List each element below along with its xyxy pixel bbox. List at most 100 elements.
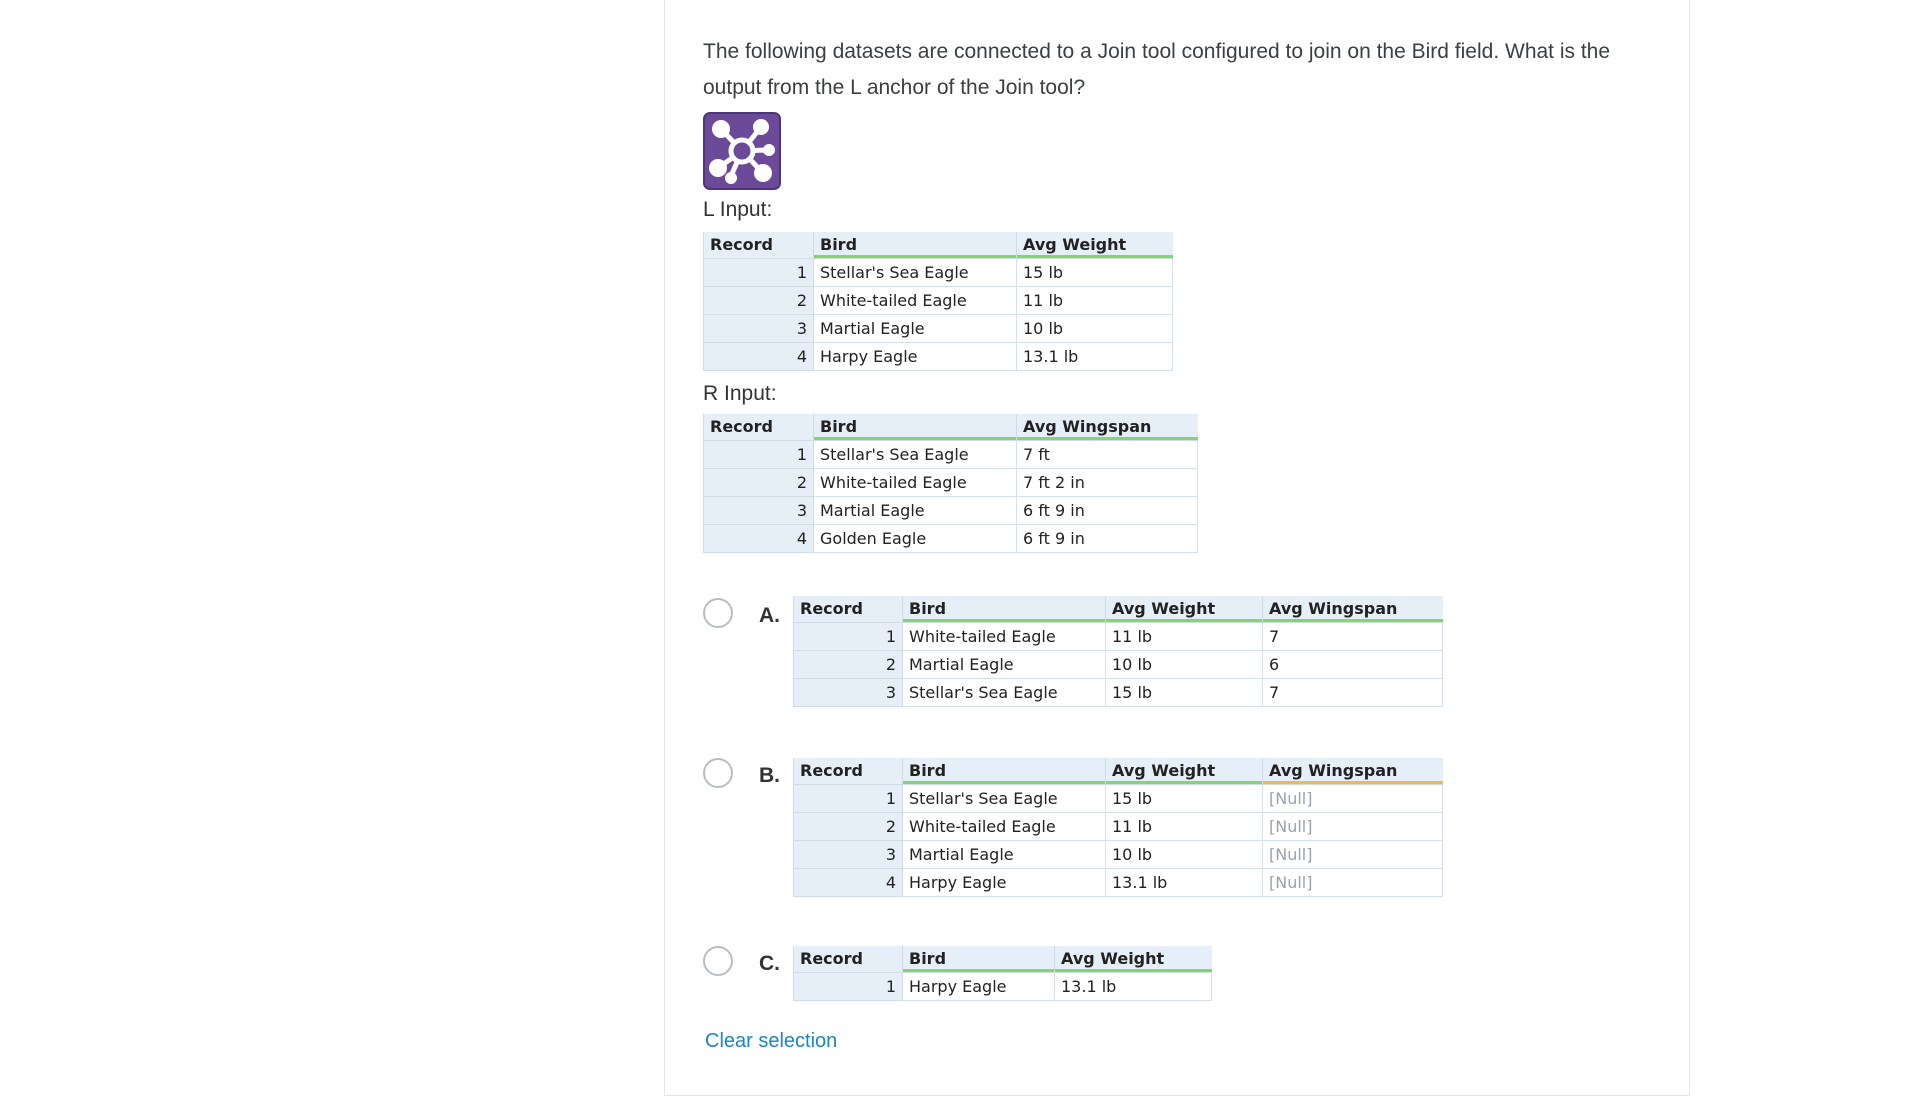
option-letter: C.	[759, 952, 780, 975]
option-a-radio[interactable]	[703, 598, 733, 628]
bird-cell: Martial Eagle	[813, 313, 1017, 343]
record-cell: 2	[793, 649, 903, 679]
column-header: Avg Weight	[1105, 596, 1263, 623]
option-letter: A.	[759, 604, 780, 627]
clear-selection-link[interactable]: Clear selection	[705, 1030, 837, 1053]
table-row: 3 Martial Eagle 10 lb [Null]	[793, 839, 1443, 869]
table-row: 3 Stellar's Sea Eagle 15 lb 7	[793, 677, 1443, 707]
bird-cell: Golden Eagle	[813, 523, 1017, 553]
column-header: Record	[793, 946, 903, 973]
question-text: The following datasets are connected to …	[703, 40, 1611, 99]
record-cell: 2	[703, 467, 814, 497]
column-header: Avg Weight	[1016, 232, 1173, 259]
wingspan-cell: [Null]	[1262, 811, 1443, 841]
table-row: 2 Martial Eagle 10 lb 6	[793, 649, 1443, 679]
record-cell: 1	[793, 783, 903, 813]
column-header: Record	[703, 414, 814, 441]
table-row: 4 Harpy Eagle 13.1 lb [Null]	[793, 867, 1443, 897]
column-header: Record	[793, 596, 903, 623]
column-header: Avg Weight	[1105, 758, 1263, 785]
option-c-radio[interactable]	[703, 946, 733, 976]
table-row: 4 Golden Eagle 6 ft 9 in	[703, 523, 1198, 553]
l-input-label: L Input:	[703, 198, 773, 221]
record-cell: 1	[793, 621, 903, 651]
weight-cell: 11 lb	[1105, 811, 1263, 841]
wingspan-cell: [Null]	[1262, 867, 1443, 897]
bird-cell: Martial Eagle	[902, 839, 1106, 869]
table-row: 4 Harpy Eagle 13.1 lb	[703, 341, 1173, 371]
r-input-table: Record Bird Avg Wingspan 1 Stellar's Sea …	[703, 414, 1198, 553]
record-cell: 4	[793, 867, 903, 897]
weight-cell: 11 lb	[1016, 285, 1173, 315]
record-cell: 3	[703, 495, 814, 525]
record-cell: 1	[703, 439, 814, 469]
wingspan-cell: 6 ft 9 in	[1016, 523, 1198, 553]
table-row: 1 White-tailed Eagle 11 lb 7	[793, 621, 1443, 651]
bird-cell: White-tailed Eagle	[813, 285, 1017, 315]
l-input-table: Record Bird Avg Weight 1 Stellar's Sea Ea…	[703, 232, 1173, 371]
table-row: 1 Harpy Eagle 13.1 lb	[793, 971, 1212, 1001]
option-b-radio[interactable]	[703, 758, 733, 788]
weight-cell: 10 lb	[1105, 649, 1263, 679]
bird-cell: Harpy Eagle	[902, 867, 1106, 897]
bird-cell: Stellar's Sea Eagle	[813, 439, 1017, 469]
bird-cell: Stellar's Sea Eagle	[813, 257, 1017, 287]
option-letter: B.	[759, 764, 780, 787]
weight-cell: 10 lb	[1016, 313, 1173, 343]
wingspan-cell: 7 ft	[1016, 439, 1198, 469]
option-c-table: Record Bird Avg Weight 1 Harpy Eagle 13.1 …	[793, 946, 1212, 1001]
table-row: 2 White-tailed Eagle 7 ft 2 in	[703, 467, 1198, 497]
bird-cell: Harpy Eagle	[813, 341, 1017, 371]
record-cell: 3	[793, 677, 903, 707]
wingspan-cell: [Null]	[1262, 783, 1443, 813]
record-cell: 2	[703, 285, 814, 315]
bird-cell: White-tailed Eagle	[902, 811, 1106, 841]
join-tool-icon	[703, 112, 781, 190]
bird-cell: Martial Eagle	[902, 649, 1106, 679]
weight-cell: 15 lb	[1105, 783, 1263, 813]
column-header: Bird	[813, 414, 1017, 441]
table-row: 2 White-tailed Eagle 11 lb	[703, 285, 1173, 315]
weight-cell: 13.1 lb	[1054, 971, 1212, 1001]
weight-cell: 13.1 lb	[1016, 341, 1173, 371]
r-input-label: R Input:	[703, 382, 777, 405]
wingspan-cell: 6 ft 9 in	[1016, 495, 1198, 525]
weight-cell: 11 lb	[1105, 621, 1263, 651]
bird-cell: White-tailed Eagle	[813, 467, 1017, 497]
table-row: 3 Martial Eagle 6 ft 9 in	[703, 495, 1198, 525]
column-header: Bird	[813, 232, 1017, 259]
record-cell: 2	[793, 811, 903, 841]
wingspan-cell: 6	[1262, 649, 1443, 679]
column-header: Bird	[902, 946, 1055, 973]
column-header: Avg Wingspan	[1016, 414, 1198, 441]
column-header: Avg Wingspan	[1262, 596, 1443, 623]
question-card: The following datasets are connected to …	[664, 0, 1690, 1096]
record-cell: 3	[703, 313, 814, 343]
wingspan-cell: 7	[1262, 677, 1443, 707]
record-cell: 1	[703, 257, 814, 287]
weight-cell: 13.1 lb	[1105, 867, 1263, 897]
column-header: Avg Wingspan	[1262, 758, 1443, 785]
table-row: 1 Stellar's Sea Eagle 15 lb	[703, 257, 1173, 287]
column-header: Record	[703, 232, 814, 259]
bird-cell: Martial Eagle	[813, 495, 1017, 525]
table-row: 1 Stellar's Sea Eagle 15 lb [Null]	[793, 783, 1443, 813]
weight-cell: 10 lb	[1105, 839, 1263, 869]
column-header: Bird	[902, 596, 1106, 623]
table-row: 2 White-tailed Eagle 11 lb [Null]	[793, 811, 1443, 841]
option-a-table: Record Bird Avg Weight Avg Wingspan 1 Whi…	[793, 596, 1443, 707]
bird-cell: Harpy Eagle	[902, 971, 1055, 1001]
record-cell: 1	[793, 971, 903, 1001]
column-header: Record	[793, 758, 903, 785]
bird-cell: Stellar's Sea Eagle	[902, 677, 1106, 707]
wingspan-cell: [Null]	[1262, 839, 1443, 869]
wingspan-cell: 7 ft 2 in	[1016, 467, 1198, 497]
column-header: Avg Weight	[1054, 946, 1212, 973]
weight-cell: 15 lb	[1105, 677, 1263, 707]
record-cell: 4	[703, 341, 814, 371]
table-row: 1 Stellar's Sea Eagle 7 ft	[703, 439, 1198, 469]
option-b-table: Record Bird Avg Weight Avg Wingspan 1 Ste…	[793, 758, 1443, 897]
weight-cell: 15 lb	[1016, 257, 1173, 287]
bird-cell: White-tailed Eagle	[902, 621, 1106, 651]
record-cell: 4	[703, 523, 814, 553]
